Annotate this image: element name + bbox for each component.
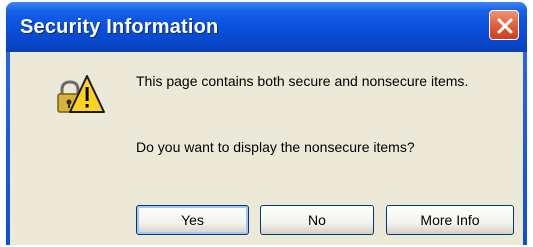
yes-button[interactable]: Yes <box>136 205 249 235</box>
no-button[interactable]: No <box>260 205 374 235</box>
security-information-dialog: Security Information This page contains … <box>6 2 527 245</box>
close-button[interactable] <box>489 10 519 40</box>
message-text: This page contains both secure and nonse… <box>136 73 469 89</box>
warning-lock-icon <box>57 75 105 113</box>
title-bar[interactable]: Security Information <box>6 2 527 52</box>
more-info-button[interactable]: More Info <box>386 205 514 235</box>
dialog-title: Security Information <box>20 16 219 38</box>
close-icon <box>497 18 513 34</box>
question-text: Do you want to display the nonsecure ite… <box>136 139 415 155</box>
dialog-body: This page contains both secure and nonse… <box>10 52 523 245</box>
